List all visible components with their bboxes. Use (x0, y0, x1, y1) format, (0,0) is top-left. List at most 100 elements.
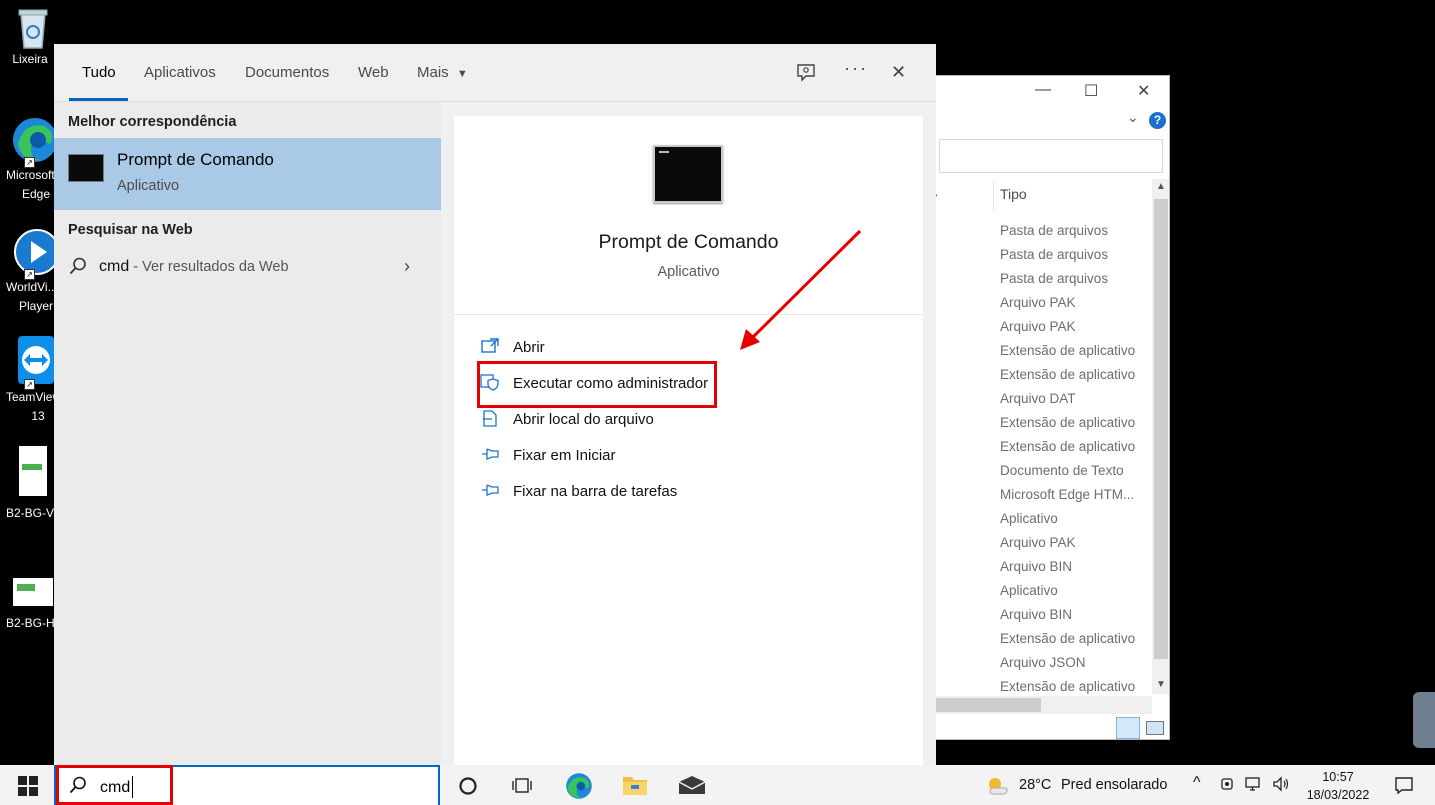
more-options-icon[interactable]: ··· (844, 58, 868, 79)
best-match-heading: Melhor correspondência (68, 114, 237, 130)
weather-temperature[interactable]: 28°C (1019, 777, 1051, 793)
file-type-cell: Extensão de aplicativo (1000, 631, 1136, 646)
action-label: Fixar na barra de tarefas (513, 483, 678, 500)
show-hidden-icons-icon[interactable]: ^ (1193, 774, 1201, 792)
clock-time: 10:57 (1322, 770, 1354, 784)
column-header-tipo[interactable]: Tipo (993, 180, 1153, 212)
scroll-up-icon[interactable]: ▲ (1156, 181, 1166, 192)
desktop-icon-b2-bg-v[interactable]: B2-BG-V... (0, 446, 54, 523)
tab-documentos[interactable]: Documentos (245, 64, 329, 81)
file-type-cell: Extensão de aplicativo (1000, 415, 1136, 430)
desktop-icon-b2-bg-h[interactable]: B2-BG-H... (0, 578, 54, 633)
clock[interactable]: 10:57 18/03/2022 (1300, 768, 1376, 804)
open-icon (480, 337, 500, 355)
web-query: cmd (99, 258, 130, 275)
web-search-text: cmd - Ver resultados da Web (99, 258, 289, 276)
task-view-icon[interactable] (511, 776, 533, 802)
best-match-name: Prompt de Comando (117, 150, 274, 169)
search-field[interactable] (939, 139, 1163, 173)
result-detail-pane: Prompt de Comando Aplicativo Abrir Execu… (454, 116, 923, 765)
file-type-cell: Aplicativo (1000, 511, 1058, 526)
desktop-icon-teamviewer[interactable]: ↗ TeamViewer 13 (0, 334, 54, 426)
minimize-icon[interactable]: — (1035, 81, 1051, 99)
pin-icon (480, 445, 500, 463)
file-explorer-window[interactable]: — ☐ ✕ ⌄ ? › Tipo Pasta de arquivosPasta … (930, 75, 1170, 740)
weather-icon[interactable] (985, 774, 1009, 800)
close-icon[interactable]: ✕ (891, 62, 906, 83)
meet-now-icon[interactable] (1220, 776, 1236, 796)
network-icon[interactable] (1245, 776, 1263, 796)
annotation-arrow (740, 229, 862, 350)
document-thumbnail-icon (13, 578, 53, 606)
caret-down-icon: ▼ (456, 68, 468, 80)
tab-web[interactable]: Web (358, 64, 389, 81)
chevron-down-icon[interactable]: ⌄ (1127, 109, 1139, 126)
action-label: Fixar em Iniciar (513, 447, 616, 464)
large-icons-view-icon[interactable] (1146, 721, 1164, 735)
search-tabs: Tudo Aplicativos Documentos Web Mais ▼ ·… (54, 44, 936, 102)
web-search-heading: Pesquisar na Web (68, 222, 193, 238)
scrollbar-thumb[interactable] (931, 698, 1041, 712)
pin-icon (480, 481, 500, 499)
file-type-cell: Arquivo PAK (1000, 295, 1076, 310)
search-icon (68, 256, 88, 282)
edge-icon: ↗ (10, 114, 54, 168)
cortana-icon[interactable] (458, 776, 478, 802)
file-type-cell: Arquivo BIN (1000, 607, 1073, 622)
tab-aplicativos[interactable]: Aplicativos (144, 64, 216, 81)
horizontal-scrollbar[interactable] (931, 696, 1152, 714)
shortcut-arrow-icon: ↗ (24, 269, 35, 280)
desktop-icon-edge[interactable]: ↗ Microsoft Edge (0, 114, 54, 204)
file-explorer-icon[interactable] (622, 774, 648, 802)
best-match-type: Aplicativo (117, 178, 180, 194)
scrollbar-thumb[interactable] (1154, 199, 1168, 659)
mail-icon[interactable] (678, 775, 706, 801)
results-list: Melhor correspondência Prompt de Comando… (54, 102, 441, 765)
action-label: Abrir local do arquivo (513, 411, 654, 428)
chevron-right-icon[interactable]: › (404, 256, 410, 277)
web-query-suffix: - Ver resultados da Web (129, 259, 289, 275)
file-location-icon (480, 409, 500, 427)
details-view-icon[interactable] (1116, 717, 1140, 739)
file-type-cell: Aplicativo (1000, 583, 1058, 598)
edge-icon[interactable] (565, 772, 593, 805)
desktop-icon-recycle-bin[interactable]: Lixeira (0, 6, 54, 69)
file-type-cell: Arquivo JSON (1000, 655, 1086, 670)
best-match-item[interactable]: Prompt de Comando Aplicativo (54, 138, 441, 210)
close-icon[interactable]: ✕ (1137, 81, 1150, 101)
document-thumbnail-icon (19, 446, 47, 496)
file-type-cell: Extensão de aplicativo (1000, 343, 1136, 358)
feedback-icon[interactable] (795, 62, 817, 89)
file-type-cell: Arquivo DAT (1000, 391, 1076, 406)
file-type-cell: Arquivo PAK (1000, 319, 1076, 334)
view-toggle[interactable] (1116, 717, 1168, 739)
file-type-cell: Pasta de arquivos (1000, 271, 1109, 286)
scroll-down-icon[interactable]: ▼ (1156, 679, 1166, 690)
file-type-cell: Pasta de arquivos (1000, 223, 1109, 238)
recycle-bin-icon (13, 6, 53, 50)
highlight-run-as-admin (477, 361, 717, 408)
web-search-result[interactable]: cmd - Ver resultados da Web › (54, 252, 441, 286)
file-type-cell: Extensão de aplicativo (1000, 367, 1136, 382)
shortcut-arrow-icon: ↗ (24, 157, 35, 168)
tab-tudo[interactable]: Tudo (82, 64, 116, 81)
volume-icon[interactable] (1272, 776, 1290, 796)
command-prompt-icon (68, 154, 104, 182)
shortcut-arrow-icon: ↗ (24, 379, 35, 390)
active-tab-indicator (69, 98, 128, 101)
maximize-icon[interactable]: ☐ (1084, 81, 1098, 101)
file-type-cell: Documento de Texto (1000, 463, 1124, 478)
highlight-search-box (56, 765, 173, 805)
file-type-cell: Extensão de aplicativo (1000, 439, 1136, 454)
desktop-icon-worldvision-player[interactable]: ↗ WorldVi... Player (0, 226, 54, 316)
teamviewer-side-tab[interactable] (1413, 692, 1435, 748)
file-type-cell: Arquivo BIN (1000, 559, 1073, 574)
weather-description[interactable]: Pred ensolarado (1061, 777, 1167, 793)
vertical-scrollbar[interactable]: ▲ ▼ (1152, 179, 1169, 694)
tab-mais[interactable]: Mais ▼ (417, 64, 468, 81)
windows-start-icon[interactable] (18, 776, 38, 802)
taskbar: cmd 28°C Pred ensolarado ^ 10:57 18/03/2… (0, 765, 1435, 805)
notifications-icon[interactable] (1394, 775, 1414, 799)
help-icon[interactable]: ? (1149, 112, 1166, 129)
teamviewer-icon: ↗ (10, 334, 54, 390)
